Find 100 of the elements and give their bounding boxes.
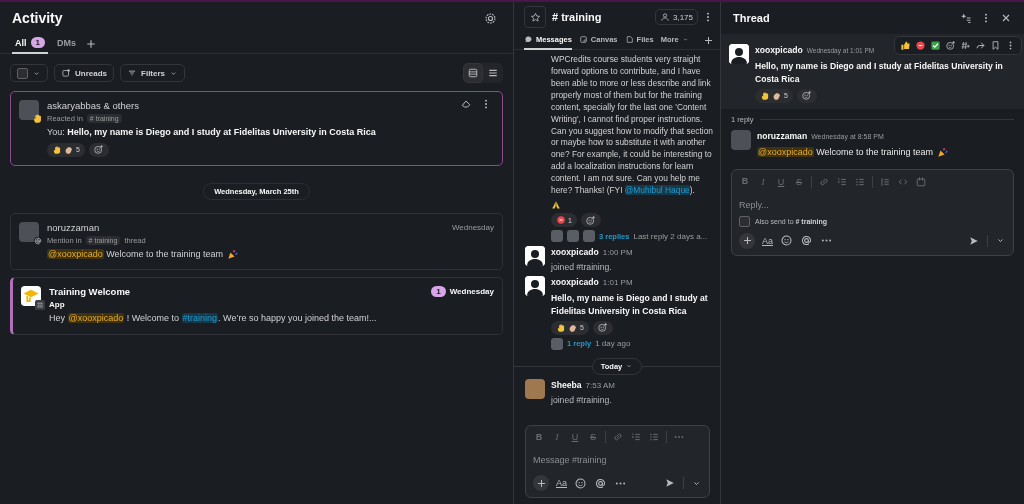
message-text: Hey @xooxpicado ! Welcome to #training. We’re so happy you joined the team!... — [49, 312, 377, 325]
clapping-hands-icon — [64, 144, 74, 155]
star-button[interactable] — [524, 6, 546, 28]
avatar-photo — [731, 129, 751, 150]
author-name[interactable]: xooxpicado — [551, 246, 599, 259]
canvas-icon — [578, 35, 588, 44]
hash-plus-icon[interactable] — [960, 40, 971, 51]
user-mention[interactable]: @xooxpicado — [67, 313, 125, 323]
view-toggle[interactable] — [463, 63, 483, 83]
plus-icon[interactable] — [703, 35, 714, 46]
message-composer[interactable]: B I U S Message #training Aa — [525, 424, 710, 498]
waving-hand-icon — [556, 322, 566, 333]
waving-hand-icon — [52, 144, 62, 155]
no-entry-icon[interactable] — [915, 40, 926, 51]
avatar-photo — [551, 230, 563, 243]
message-text: You: Hello, my name is Diego and I study at Fidelitas University in Costa Rica — [47, 126, 377, 139]
message-text: @xooxpicado Welcome to the training team — [757, 145, 934, 159]
settings-icon — [483, 11, 497, 25]
emoji-icon[interactable] — [574, 476, 587, 490]
list-view-icon — [487, 67, 499, 79]
add-button[interactable] — [533, 475, 549, 491]
tab[interactable]: DMs — [53, 33, 79, 54]
sparkle-list-icon[interactable] — [960, 12, 972, 24]
add-reaction-button[interactable] — [796, 88, 817, 103]
add-reaction-icon — [597, 322, 609, 334]
checkbox[interactable] — [739, 215, 750, 227]
author-name[interactable]: noruzzaman — [757, 129, 808, 143]
avatar-photo — [525, 378, 545, 399]
emoji-icon[interactable] — [780, 234, 793, 248]
timestamp: 7:53 AM — [585, 380, 615, 390]
tab[interactable]: All 1 — [12, 33, 48, 54]
add-reaction-icon — [801, 90, 813, 102]
timestamp: Wednesday — [451, 222, 494, 232]
send-icon[interactable] — [664, 477, 676, 489]
user-mention[interactable]: @Muhibul Haque — [624, 185, 690, 196]
formatting-toggle[interactable]: Aa — [556, 478, 567, 488]
send-icon[interactable] — [968, 234, 980, 247]
plus-icon — [535, 477, 547, 489]
apps-icon — [35, 300, 45, 310]
graduation-cap-icon — [21, 286, 41, 306]
avatar-photo — [583, 230, 595, 243]
author-name[interactable]: xooxpicado — [551, 275, 599, 289]
member-count-button[interactable]: 3,175 — [654, 9, 698, 25]
mention-icon — [33, 235, 43, 246]
no-entry-icon — [556, 215, 566, 226]
party-popper-icon — [227, 248, 239, 260]
mention-icon[interactable] — [800, 234, 813, 248]
default-avatar-icon — [525, 275, 545, 296]
mention-icon[interactable] — [594, 476, 607, 490]
clapping-hands-icon — [568, 322, 578, 333]
channel-name[interactable]: # training — [552, 11, 602, 23]
close-icon[interactable] — [1000, 12, 1012, 24]
numbered-list-icon[interactable] — [836, 175, 848, 188]
message-text: @xooxpicado Welcome to the training team — [47, 247, 224, 261]
plus-icon[interactable] — [85, 37, 97, 50]
filter-button[interactable]: Unreads — [54, 64, 114, 82]
author-name[interactable]: xooxpicado — [755, 44, 803, 57]
activity-title: noruzzaman — [47, 221, 100, 233]
add-reaction-icon[interactable] — [945, 40, 956, 51]
forward-icon[interactable] — [975, 40, 986, 51]
user-mention[interactable]: @xooxpicado — [757, 146, 814, 157]
add-button[interactable] — [739, 232, 755, 249]
app-label: App — [49, 300, 66, 309]
avatar-photo — [551, 337, 563, 350]
star-icon — [529, 11, 541, 23]
eraser-icon[interactable] — [460, 98, 472, 110]
last-reply-time: 1 day ago — [595, 339, 631, 349]
add-reaction-button[interactable] — [88, 142, 109, 157]
filter-icon — [127, 68, 137, 78]
timestamp: Wednesday — [449, 287, 494, 296]
panel-title: Thread — [733, 12, 770, 24]
check-mark-icon[interactable] — [930, 40, 941, 51]
default-avatar-icon — [525, 246, 545, 267]
author-name[interactable]: Sheeba — [551, 378, 582, 392]
waving-hand-icon — [760, 90, 770, 101]
formatting-toggle[interactable]: Aa — [762, 235, 773, 246]
system-message: joined #training. — [551, 394, 613, 405]
filter-button[interactable]: Filters — [120, 64, 186, 82]
default-avatar-icon — [729, 44, 749, 64]
chat-bubble-icon — [524, 35, 533, 44]
waving-hand-icon — [32, 113, 43, 124]
count-badge: 1 — [30, 37, 45, 48]
timestamp: 1:01 PM — [602, 277, 633, 287]
thumbs-up-icon[interactable] — [900, 40, 911, 51]
message-text: WPCredits course students very straight forward options to contribute, and I have been able to more or less describe and link properly most of them but for the training content, specially for the last one 'Content Writing', I cannot find proper instructions. Can you suggest how to modify that section or maybe how to substitute it with another one? For example, it could be interesting to add a localization instructions for learn content. I am not sure. Can you help me here? Thanks! (FYI @Muhibul Haque). — [551, 54, 714, 198]
thread-count-badge: 1 — [431, 286, 446, 297]
activity-title: askaryabbas & others — [47, 100, 139, 111]
select-all-control[interactable] — [10, 64, 48, 82]
message-text: Hello, my name is Diego and I study at Fidelitas University in Costa Rica — [551, 291, 709, 318]
timestamp: 1:00 PM — [602, 248, 633, 257]
add-reaction-button[interactable] — [592, 320, 613, 335]
plus-icon — [741, 235, 753, 247]
code-block-icon[interactable] — [915, 175, 927, 188]
activity-card[interactable]: Training Welcome 1 Wednesday App Hey @xooxpicado ! Welcome to #training. We’re so happy you joined the team!... — [10, 277, 503, 335]
user-mention[interactable]: @xooxpicado — [47, 248, 104, 259]
add-reaction-button[interactable] — [580, 213, 601, 228]
panel-title: Activity — [12, 10, 63, 26]
bookmark-icon[interactable] — [990, 40, 1001, 51]
avatar-photo — [567, 230, 579, 243]
avatar-photo — [19, 100, 39, 120]
